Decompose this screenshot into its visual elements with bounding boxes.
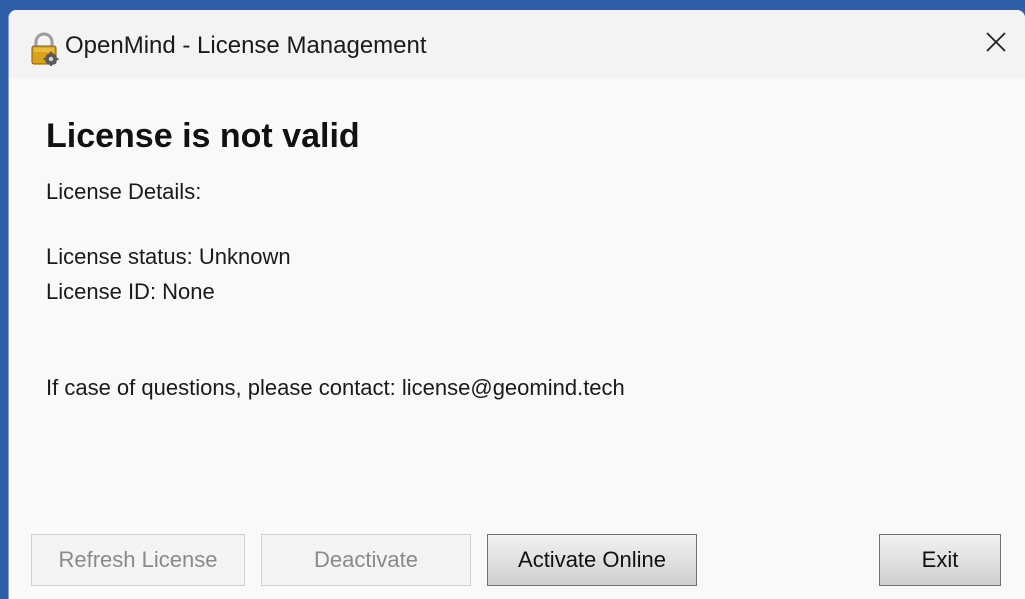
close-icon (985, 31, 1007, 58)
license-id-line: License ID: None (46, 279, 215, 304)
close-button[interactable] (973, 22, 1019, 66)
license-details-label: License Details: (46, 179, 202, 204)
refresh-license-button[interactable]: Refresh License (31, 534, 245, 586)
deactivate-button[interactable]: Deactivate (261, 534, 471, 586)
title-bar: OpenMind - License Management (9, 10, 1025, 78)
license-status-line: License status: Unknown (46, 244, 291, 269)
license-dialog-window: OpenMind - License Management License is… (8, 10, 1025, 599)
license-status-heading: License is not valid (46, 117, 360, 155)
padlock-gear-icon (29, 32, 59, 66)
dialog-content: License is not valid License Details: Li… (9, 78, 1025, 599)
contact-line: If case of questions, please contact: li… (46, 375, 625, 400)
activate-online-button[interactable]: Activate Online (487, 534, 697, 586)
exit-button[interactable]: Exit (879, 534, 1001, 586)
window-title: OpenMind - License Management (65, 32, 427, 59)
